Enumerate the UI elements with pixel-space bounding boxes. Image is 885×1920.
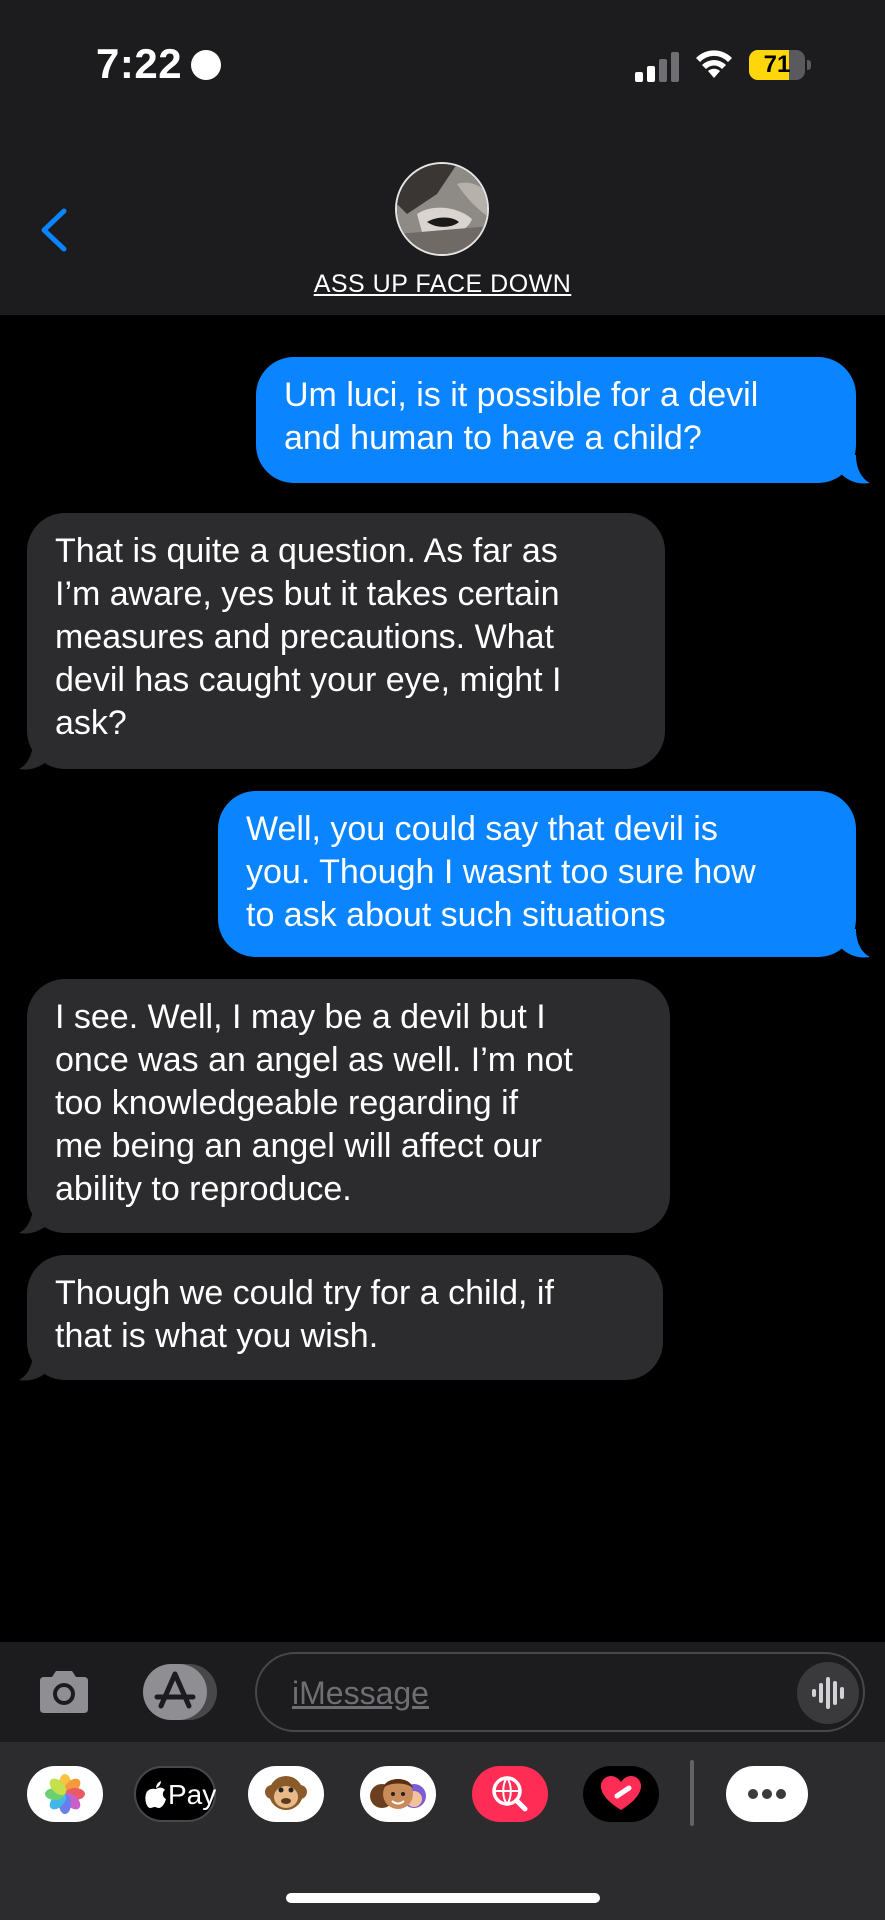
camera-icon[interactable]: [36, 1667, 92, 1717]
sent-bubble-tail: [840, 455, 870, 484]
status-time: 7:22: [96, 40, 183, 87]
sent-message-bubble[interactable]: Um luci, is it possible for a devil and …: [256, 357, 856, 483]
received-message-bubble[interactable]: That is quite a question. As far as I’m …: [27, 513, 665, 769]
sent-message-bubble[interactable]: Well, you could say that devil is you. T…: [218, 791, 856, 957]
sent-bubble-tail: [840, 929, 870, 958]
received-bubble-tail: [19, 1205, 49, 1234]
app-drawer-divider: [690, 1760, 694, 1826]
memoji-stickers-app-button[interactable]: [248, 1766, 324, 1822]
more-apps-button[interactable]: [726, 1766, 808, 1822]
monkey-emoji-icon: [265, 1776, 307, 1810]
received-message-bubble[interactable]: I see. Well, I may be a devil but I once…: [27, 979, 670, 1233]
battery-icon: 71: [749, 50, 805, 80]
message-field[interactable]: [255, 1652, 865, 1732]
focus-indicator-icon: [191, 50, 221, 80]
cellular-signal-icon: [635, 52, 679, 82]
avatar-image: [397, 164, 487, 254]
image-search-app-button[interactable]: [472, 1766, 548, 1822]
heart-icon: [601, 1776, 641, 1810]
apple-logo-icon: [145, 1781, 166, 1808]
home-indicator[interactable]: [286, 1893, 600, 1903]
photos-icon: [45, 1774, 85, 1814]
back-chevron-icon[interactable]: [36, 205, 72, 255]
memoji-icon: [370, 1779, 426, 1809]
contact-name[interactable]: ASS UP FACE DOWN: [0, 270, 885, 299]
wifi-icon: [696, 50, 732, 78]
apple-pay-app-button[interactable]: Pay: [134, 1766, 216, 1822]
globe-search-icon: [492, 1776, 528, 1812]
app-store-icon[interactable]: [143, 1664, 218, 1720]
photos-app-button[interactable]: [27, 1766, 103, 1822]
received-message-bubble[interactable]: Though we could try for a child, if that…: [27, 1255, 663, 1380]
waveform-icon: [812, 1677, 844, 1709]
apple-pay-label: Pay: [168, 1779, 217, 1810]
received-bubble-tail: [19, 1352, 49, 1381]
battery-percentage: 71: [763, 51, 791, 78]
digital-touch-app-button[interactable]: [583, 1766, 659, 1822]
contact-avatar[interactable]: [395, 162, 489, 256]
received-bubble-tail: [19, 741, 49, 770]
more-dots-icon: [748, 1789, 786, 1799]
memoji-app-button[interactable]: [360, 1766, 436, 1822]
audio-record-button[interactable]: [797, 1662, 859, 1724]
battery-indicator: 71: [749, 50, 811, 80]
battery-tip: [807, 60, 811, 70]
message-input[interactable]: [290, 1670, 764, 1716]
